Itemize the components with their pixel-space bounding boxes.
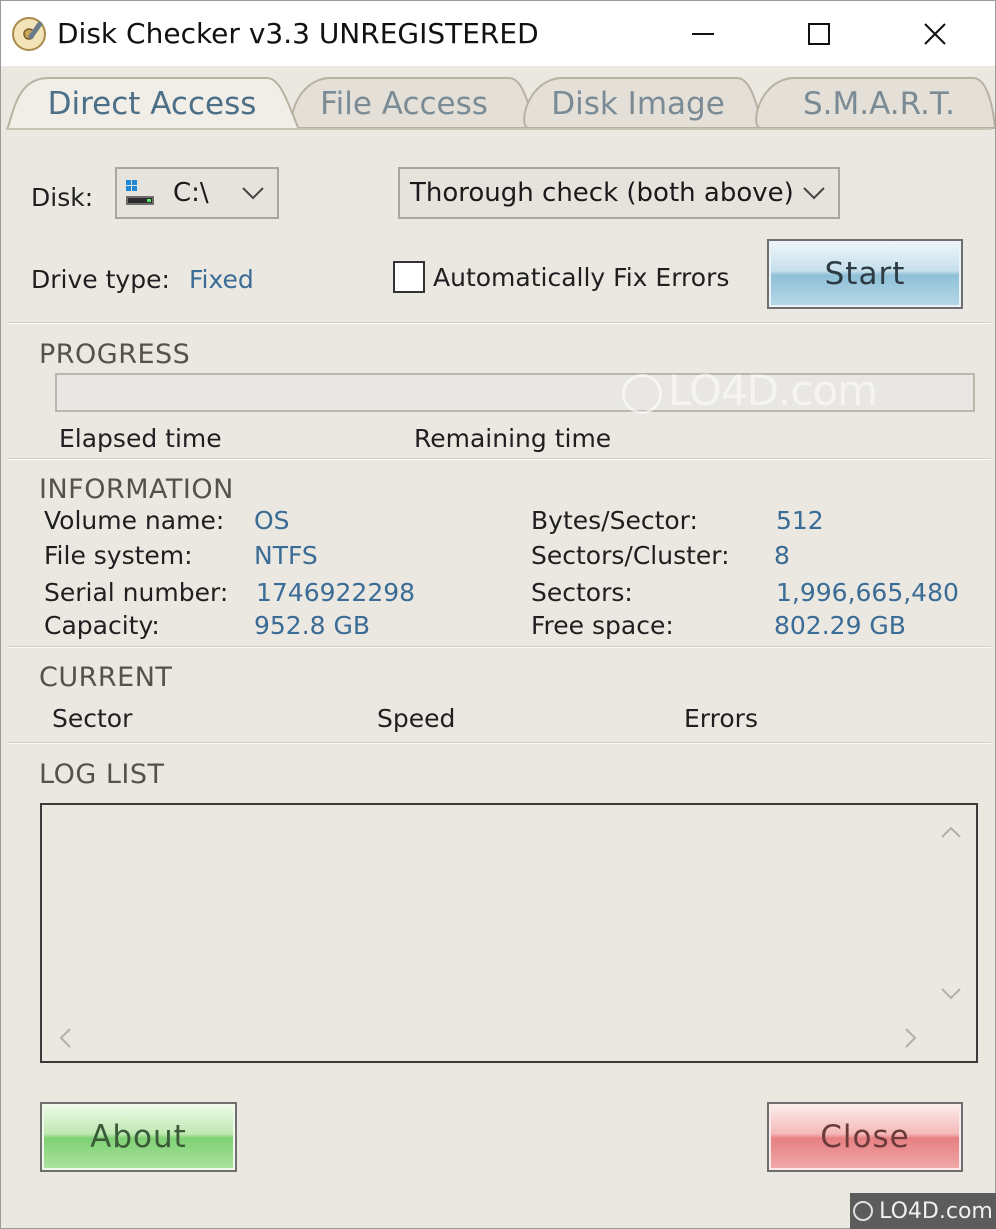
disk-select[interactable]: C:\ xyxy=(115,167,279,219)
log-list[interactable] xyxy=(40,803,978,1063)
about-button[interactable]: About xyxy=(40,1102,237,1172)
serial-number-label: Serial number: xyxy=(44,578,229,607)
speed-label: Speed xyxy=(377,704,456,733)
scroll-left-icon[interactable] xyxy=(58,1027,72,1049)
drive-icon xyxy=(126,180,154,205)
maximize-button[interactable] xyxy=(761,1,877,67)
sectors-value: 1,996,665,480 xyxy=(776,578,959,607)
bytes-per-sector-label: Bytes/Sector: xyxy=(531,506,698,535)
progress-title: PROGRESS xyxy=(39,339,191,370)
serial-number-value: 1746922298 xyxy=(256,578,416,607)
disk-select-value: C:\ xyxy=(173,178,209,208)
section-divider xyxy=(7,458,991,460)
watermark-logo-icon xyxy=(622,373,662,414)
check-mode-value: Thorough check (both above) xyxy=(410,178,794,208)
tab-file-access[interactable]: File Access xyxy=(301,78,507,130)
check-mode-select[interactable]: Thorough check (both above) xyxy=(398,167,840,219)
main-window: Direct Access File Access Disk Image S.M… xyxy=(0,66,996,1229)
title-bar[interactable]: Disk Checker v3.3 UNREGISTERED xyxy=(0,0,996,66)
file-system-value: NTFS xyxy=(254,541,318,570)
free-space-value: 802.29 GB xyxy=(774,611,906,640)
auto-fix-label[interactable]: Automatically Fix Errors xyxy=(433,263,729,292)
window-title: Disk Checker v3.3 UNREGISTERED xyxy=(57,17,539,50)
section-divider xyxy=(7,322,991,324)
remaining-time-label: Remaining time xyxy=(414,424,612,453)
capacity-value: 952.8 GB xyxy=(254,611,371,640)
close-button[interactable]: Close xyxy=(767,1102,963,1172)
drive-type-label: Drive type: xyxy=(31,265,170,294)
capacity-label: Capacity: xyxy=(44,611,160,640)
elapsed-time-label: Elapsed time xyxy=(59,424,222,453)
tab-underline xyxy=(7,128,991,130)
watermark-badge: LO4D.com xyxy=(850,1193,996,1229)
errors-label: Errors xyxy=(684,704,758,733)
information-title: INFORMATION xyxy=(39,474,234,505)
current-title: CURRENT xyxy=(39,662,173,693)
start-button[interactable]: Start xyxy=(767,239,963,309)
section-divider xyxy=(7,742,991,744)
chevron-down-icon xyxy=(803,187,825,200)
tab-strip: Direct Access File Access Disk Image S.M… xyxy=(1,66,995,130)
close-icon xyxy=(924,23,946,45)
scroll-right-icon[interactable] xyxy=(904,1027,918,1049)
sector-label: Sector xyxy=(52,704,133,733)
log-list-title: LOG LIST xyxy=(39,759,165,790)
sectors-label: Sectors: xyxy=(531,578,633,607)
bytes-per-sector-value: 512 xyxy=(776,506,824,535)
volume-name-label: Volume name: xyxy=(44,506,225,535)
minimize-icon xyxy=(692,33,714,35)
maximize-icon xyxy=(808,23,830,45)
watermark: LO4D.com xyxy=(622,366,878,415)
sectors-per-cluster-value: 8 xyxy=(774,541,790,570)
file-system-label: File system: xyxy=(44,541,193,570)
drive-type-value: Fixed xyxy=(189,265,254,294)
watermark-logo-icon xyxy=(853,1201,874,1221)
scroll-up-icon[interactable] xyxy=(940,825,962,839)
tab-smart[interactable]: S.M.A.R.T. xyxy=(771,78,987,130)
sectors-per-cluster-label: Sectors/Cluster: xyxy=(531,541,730,570)
minimize-button[interactable] xyxy=(645,1,761,67)
tab-direct-access[interactable]: Direct Access xyxy=(21,78,283,130)
disk-label: Disk: xyxy=(31,183,94,212)
app-icon xyxy=(12,17,46,51)
auto-fix-checkbox[interactable] xyxy=(393,261,425,293)
section-divider xyxy=(7,646,991,648)
volume-name-value: OS xyxy=(254,506,290,535)
free-space-label: Free space: xyxy=(531,611,674,640)
chevron-down-icon xyxy=(242,187,264,200)
tab-disk-image[interactable]: Disk Image xyxy=(531,78,745,130)
scroll-down-icon[interactable] xyxy=(940,987,962,1001)
close-window-button[interactable] xyxy=(877,1,993,67)
